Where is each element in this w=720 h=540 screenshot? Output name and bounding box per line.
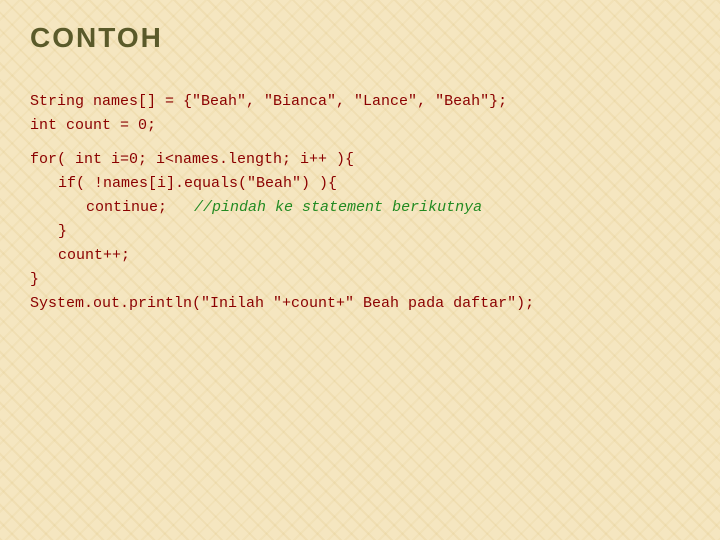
slide-title: CONTOH [30,22,163,54]
code-line-3: for( int i=0; i<names.length; i++ ){ [30,148,690,172]
code-line-9: System.out.println("Inilah "+count+" Bea… [30,292,690,316]
code-line-7: count++; [30,244,690,268]
code-line-1: String names[] = {"Beah", "Bianca", "Lan… [30,90,690,114]
code-line-2: int count = 0; [30,114,690,138]
code-line-6: } [30,220,690,244]
code-line-4: if( !names[i].equals("Beah") ){ [30,172,690,196]
slide-container: CONTOH String names[] = {"Beah", "Bianca… [0,0,720,540]
code-line-5: continue; //pindah ke statement berikutn… [30,196,690,220]
empty-line-1 [30,138,690,148]
comment-1: //pindah ke statement berikutnya [194,199,482,216]
code-block: String names[] = {"Beah", "Bianca", "Lan… [30,90,690,316]
code-line-8: } [30,268,690,292]
